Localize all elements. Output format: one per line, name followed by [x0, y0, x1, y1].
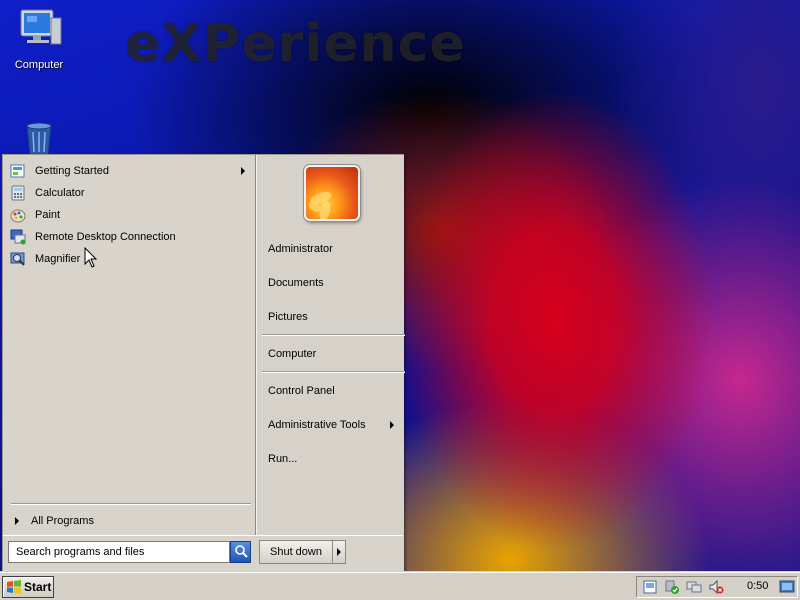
- menu-item-administrator[interactable]: Administrator: [268, 240, 398, 258]
- menu-item-computer[interactable]: Computer: [268, 345, 398, 363]
- windows-logo-icon: [6, 579, 22, 595]
- system-tray: 0:50: [636, 576, 798, 598]
- user-avatar[interactable]: [304, 165, 360, 221]
- program-label: Magnifier: [35, 253, 81, 265]
- action-center-icon[interactable]: [641, 579, 659, 595]
- desktop-icon-computer[interactable]: Computer: [1, 8, 77, 71]
- submenu-arrow-icon: [241, 167, 245, 175]
- menu-item-label: Control Panel: [268, 385, 335, 397]
- paint-icon: [9, 207, 27, 223]
- all-programs-label: All Programs: [31, 515, 94, 527]
- shutdown-button[interactable]: Shut down: [259, 540, 333, 564]
- program-item-remote-desktop[interactable]: Remote Desktop Connection: [9, 227, 249, 247]
- search-button[interactable]: [230, 541, 251, 563]
- menu-item-label: Administrator: [268, 243, 333, 255]
- search-input[interactable]: Search programs and files: [8, 541, 230, 563]
- menu-item-control-panel[interactable]: Control Panel: [268, 382, 398, 400]
- menu-item-label: Administrative Tools: [268, 419, 366, 431]
- all-programs-button[interactable]: All Programs: [13, 513, 94, 529]
- separator: [262, 371, 405, 373]
- start-label: Start: [24, 580, 52, 594]
- start-menu: Getting Started Calculator Paint Remote …: [2, 154, 405, 572]
- menu-item-label: Computer: [268, 348, 317, 360]
- menu-item-documents[interactable]: Documents: [268, 274, 398, 292]
- separator: [262, 334, 405, 336]
- program-label: Paint: [35, 209, 61, 221]
- program-label: Getting Started: [35, 165, 109, 177]
- show-desktop-icon[interactable]: [779, 579, 795, 598]
- expand-arrow-icon: [15, 517, 19, 525]
- program-label: Remote Desktop Connection: [35, 231, 176, 243]
- volume-muted-icon[interactable]: [707, 579, 725, 595]
- menu-item-pictures[interactable]: Pictures: [268, 308, 398, 326]
- menu-item-run[interactable]: Run...: [268, 450, 398, 468]
- desktop-icon-label: Computer: [14, 59, 64, 71]
- desktop-watermark: eXPerience: [125, 14, 466, 74]
- security-icon[interactable]: [663, 579, 681, 595]
- computer-icon: [1, 8, 77, 55]
- search-icon: [234, 544, 248, 561]
- program-item-getting-started[interactable]: Getting Started: [9, 161, 249, 181]
- menu-item-administrative-tools[interactable]: Administrative Tools: [268, 416, 398, 434]
- remote-desktop-icon: [9, 229, 27, 245]
- start-menu-bottom-bar: Search programs and files Shut down: [3, 535, 403, 571]
- start-menu-programs-pane: Getting Started Calculator Paint Remote …: [3, 155, 255, 535]
- taskbar: Start 0:50: [0, 572, 800, 600]
- chevron-right-icon: [337, 548, 341, 556]
- shutdown-options-button[interactable]: [332, 540, 346, 564]
- separator: [11, 503, 251, 505]
- program-label: Calculator: [35, 187, 85, 199]
- mouse-cursor-icon: [84, 246, 98, 272]
- network-icon[interactable]: [685, 579, 703, 595]
- program-item-magnifier[interactable]: Magnifier: [9, 249, 249, 269]
- getting-started-icon: [9, 163, 27, 179]
- start-menu-places-pane: Administrator Documents Pictures Compute…: [255, 155, 405, 571]
- magnifier-icon: [9, 251, 27, 267]
- menu-item-label: Pictures: [268, 311, 308, 323]
- clock[interactable]: 0:50: [747, 580, 768, 592]
- start-button[interactable]: Start: [2, 576, 54, 598]
- program-item-paint[interactable]: Paint: [9, 205, 249, 225]
- menu-item-label: Run...: [268, 453, 298, 465]
- submenu-arrow-icon: [390, 421, 394, 429]
- menu-item-label: Documents: [268, 277, 324, 289]
- calculator-icon: [9, 185, 27, 201]
- program-item-calculator[interactable]: Calculator: [9, 183, 249, 203]
